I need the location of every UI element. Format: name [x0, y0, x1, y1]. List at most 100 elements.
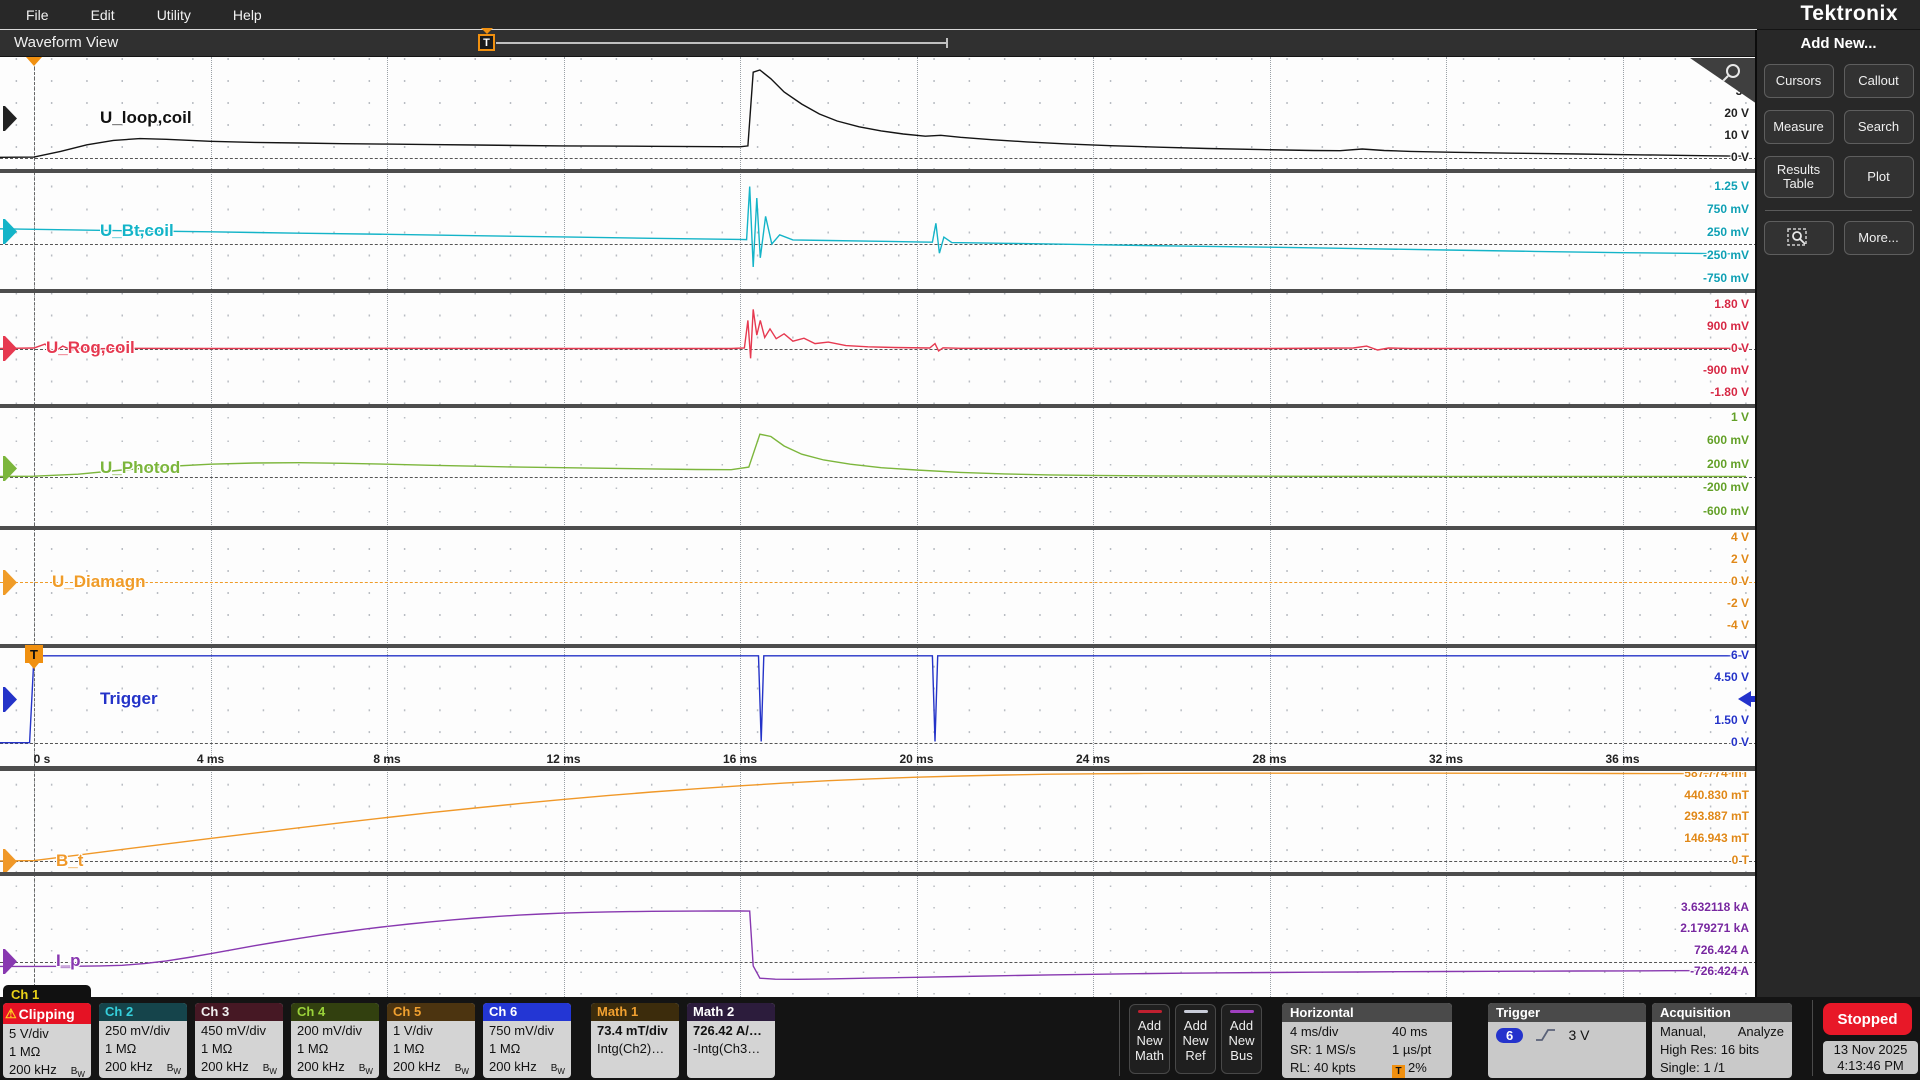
bandwidth-limit-icon: BW [71, 1066, 85, 1077]
badge-header: Ch 2 [99, 1003, 187, 1021]
badge-row: 1 MΩ [99, 1039, 187, 1057]
bottom-bar: Ch 1⚠Clipping5 V/div1 MΩ200 kHzBWCh 2250… [0, 997, 1920, 1080]
badge-row: 450 mV/div [195, 1021, 283, 1039]
badge-header: Math 1 [591, 1003, 679, 1021]
badge-row: 1 MΩ [291, 1039, 379, 1057]
channel-label-U_Bt,coil[interactable]: U_Bt,coil [100, 221, 174, 241]
tick-label: 10 V [1724, 128, 1749, 142]
badge-row: 200 kHzBW [195, 1057, 283, 1078]
trigger-source-flag[interactable]: T [25, 645, 43, 663]
trigger-position-marker[interactable] [26, 57, 42, 66]
channel-label-I_p[interactable]: I_p [56, 951, 81, 971]
zoom-region-button[interactable] [1764, 221, 1834, 255]
sample-interval: 1 µs/pt [1392, 1041, 1431, 1058]
badge-row: 200 kHzBW [387, 1057, 475, 1078]
tick-label: 440.830 mT [1684, 788, 1749, 802]
trace-Trigger [0, 648, 1757, 748]
bottom-badge-ch4[interactable]: Ch 4200 mV/div1 MΩ200 kHzBW [291, 1003, 379, 1078]
record-view-bar[interactable] [496, 42, 948, 44]
bar-divider-1 [1119, 1000, 1120, 1076]
slice-separator [0, 169, 1757, 173]
button-stripe [1184, 1010, 1208, 1013]
badge-row: 1 MΩ [483, 1039, 571, 1057]
add-new-bus-button[interactable]: AddNewBus [1221, 1004, 1262, 1074]
menu-edit[interactable]: Edit [91, 7, 115, 23]
measure-button[interactable]: Measure [1764, 110, 1834, 144]
callout-button[interactable]: Callout [1844, 64, 1914, 98]
tick-label: 900 mV [1707, 319, 1749, 333]
badge-row: Intg(Ch2)… [591, 1039, 679, 1057]
channel-tab-ch1[interactable]: Ch 1 [3, 985, 91, 1003]
search-button[interactable]: Search [1844, 110, 1914, 144]
slice-c1: 3020 V10 V0 V [0, 57, 1757, 171]
trigger-source-badge: 6 [1496, 1028, 1523, 1043]
badge-header: Ch 6 [483, 1003, 571, 1021]
plot-button[interactable]: Plot [1844, 156, 1914, 198]
waveform-view-titlebar: Waveform View T [0, 30, 1757, 56]
zero-line [0, 582, 1757, 583]
slice-separator [0, 526, 1757, 530]
time-value: 4:13:46 PM [1823, 1058, 1918, 1074]
bottom-badge-math1[interactable]: Math 173.4 mT/divIntg(Ch2)… [591, 1003, 679, 1078]
bar-divider-2 [1812, 1000, 1813, 1076]
add-new-ref-button[interactable]: AddNewRef [1175, 1004, 1216, 1074]
tick-label: -726.424 A [1690, 964, 1749, 978]
record-view-trigger-icon[interactable]: T [478, 34, 495, 51]
more-button[interactable]: More... [1844, 221, 1914, 255]
bottom-badge-ch3[interactable]: Ch 3450 mV/div1 MΩ200 kHzBW [195, 1003, 283, 1078]
horizontal-pane[interactable]: Horizontal 4 ms/div40 ms SR: 1 MS/s1 µs/… [1282, 1003, 1452, 1078]
badge-header: Ch 5 [387, 1003, 475, 1021]
menu-help[interactable]: Help [233, 7, 262, 23]
tick-label: 0 V [1731, 735, 1749, 748]
trigger-position: T2% [1392, 1059, 1427, 1078]
channel-label-U_Diamagn[interactable]: U_Diamagn [52, 572, 146, 592]
tick-label: -750 mV [1703, 271, 1749, 285]
cursors-button[interactable]: Cursors [1764, 64, 1834, 98]
tick-label: 600 mV [1707, 433, 1749, 447]
waveform-graticule[interactable]: 3020 V10 V0 VC 120 VU_loop,coil1.25 V750… [0, 57, 1757, 997]
trigger-pane[interactable]: Trigger 6 3 V [1488, 1003, 1646, 1078]
view-title: Waveform View [14, 34, 118, 51]
button-stripe [1138, 1010, 1162, 1013]
oscilloscope-app: File Edit Utility Help Tektronix Wavefor… [0, 0, 1920, 1080]
slice-c2: 1.25 V750 mV250 mV-250 mV-750 mV [0, 173, 1757, 291]
results-table-button[interactable]: Results Table [1764, 156, 1834, 198]
slice-c6: 6 V4.50 V1.50 V0 V [0, 648, 1757, 748]
channel-label-Trigger[interactable]: Trigger [100, 689, 158, 709]
channel-label-B_t[interactable]: B_t [56, 851, 83, 871]
channel-label-U_Rog,coil[interactable]: U_Rog,coil [46, 338, 135, 358]
tick-label: 1 V [1731, 410, 1749, 424]
panel-divider-line [1765, 210, 1912, 211]
bandwidth-limit-icon: BW [455, 1063, 469, 1074]
bottom-badge-ch5[interactable]: Ch 51 V/div1 MΩ200 kHzBW [387, 1003, 475, 1078]
badge-row: 73.4 mT/div [591, 1021, 679, 1039]
trace-B_t [0, 772, 1757, 874]
bottom-badge-ch2[interactable]: Ch 2250 mV/div1 MΩ200 kHzBW [99, 1003, 187, 1078]
datetime-display[interactable]: 13 Nov 2025 4:13:46 PM [1823, 1041, 1918, 1074]
tick-label: 0 T [1732, 853, 1749, 867]
tick-label: 3.632118 kA [1681, 900, 1749, 914]
time-tick-label: 16 ms [723, 752, 757, 766]
bottom-badge-ch1[interactable]: ⚠Clipping5 V/div1 MΩ200 kHzBW [3, 1003, 91, 1078]
bandwidth-limit-icon: BW [263, 1063, 277, 1074]
run-stop-status[interactable]: Stopped [1823, 1003, 1912, 1035]
time-tick-label: 32 ms [1429, 752, 1463, 766]
acquisition-pane[interactable]: Acquisition Manual,Analyze High Res: 16 … [1652, 1003, 1792, 1078]
slice-separator [0, 644, 1757, 648]
time-tick-label: 0 s [34, 752, 51, 766]
menu-utility[interactable]: Utility [157, 7, 191, 23]
channel-label-U_Photod[interactable]: U_Photod [100, 458, 180, 478]
badge-row: 1 MΩ [195, 1039, 283, 1057]
add-new-math-button[interactable]: AddNewMath [1129, 1004, 1170, 1074]
bottom-badge-math2[interactable]: Math 2726.42 A/…-Intg(Ch3… [687, 1003, 775, 1078]
record-length: RL: 40 kpts [1290, 1059, 1392, 1078]
channel-label-U_loop,coil[interactable]: U_loop,coil [100, 108, 192, 128]
tick-label: 2.179271 kA [1680, 921, 1749, 935]
menu-file[interactable]: File [26, 7, 49, 23]
acq-resolution: High Res: 16 bits [1652, 1040, 1792, 1058]
zoom-region-icon [1786, 227, 1812, 249]
record-view-right-cap[interactable] [946, 38, 948, 48]
tick-label: -4 V [1727, 618, 1749, 632]
tick-label: 1.80 V [1714, 297, 1749, 311]
bottom-badge-ch6[interactable]: Ch 6750 mV/div1 MΩ200 kHzBW [483, 1003, 571, 1078]
